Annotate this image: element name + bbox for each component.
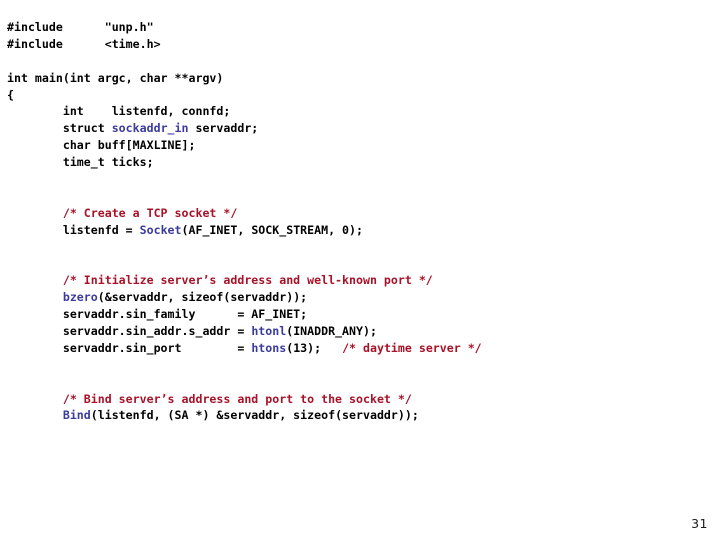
code-token-plain: servaddr.sin_family = AF_INET; <box>7 307 308 322</box>
code-line: Bind(listenfd, (SA *) &servaddr, sizeof(… <box>7 407 707 424</box>
page-number: 31 <box>691 516 708 531</box>
code-line: /* Bind server’s address and port to the… <box>7 391 707 408</box>
code-token-func: Bind <box>62 408 91 423</box>
slide-canvas: #include "unp.h" #include <time.h> int ma… <box>0 0 720 540</box>
code-token-plain: listenfd = <box>7 222 140 237</box>
code-token-plain: servaddr.sin_addr.s_addr = <box>7 324 252 339</box>
code-line: #include <time.h> <box>7 36 707 53</box>
code-line: listenfd = Socket(AF_INET, SOCK_STREAM, … <box>7 222 707 239</box>
code-token-func: bzero <box>62 290 98 305</box>
code-token-plain: int listenfd, connfd; <box>7 104 231 119</box>
code-line: /* Initialize server’s address and well-… <box>7 272 707 289</box>
code-line: servaddr.sin_addr.s_addr = htonl(INADDR_… <box>7 323 707 340</box>
code-token-comment: /* Create a TCP socket */ <box>7 205 238 220</box>
code-token-plain: char buff[MAXLINE]; <box>7 138 196 153</box>
code-line: servaddr.sin_family = AF_INET; <box>7 306 707 323</box>
code-token-plain: #include <time.h> <box>7 36 161 51</box>
code-token-plain: { <box>7 87 14 102</box>
code-token-type: sockaddr_in <box>111 121 189 136</box>
code-token-plain: servaddr; <box>188 121 259 136</box>
code-line: servaddr.sin_port = htons(13); /* daytim… <box>7 340 707 357</box>
code-line: time_t ticks; <box>7 154 707 171</box>
code-listing: #include "unp.h" #include <time.h> int ma… <box>7 19 707 424</box>
code-token-comment: /* Initialize server’s address and well-… <box>7 273 433 288</box>
code-token-plain: struct <box>7 121 112 136</box>
code-token-func: htonl <box>251 324 287 339</box>
code-line: { <box>7 87 707 104</box>
code-token-plain: (13); <box>286 340 343 355</box>
code-line: int listenfd, connfd; <box>7 103 707 120</box>
code-token-plain: (INADDR_ANY); <box>286 324 377 339</box>
code-token-plain: (AF_INET, SOCK_STREAM, 0); <box>181 222 363 237</box>
code-line: #include "unp.h" <box>7 19 707 36</box>
code-token-plain: (listenfd, (SA *) &servaddr, sizeof(serv… <box>90 408 419 423</box>
code-token-plain: time_t ticks; <box>7 155 154 170</box>
code-line: char buff[MAXLINE]; <box>7 137 707 154</box>
code-token-plain: (&servaddr, sizeof(servaddr)); <box>97 290 308 305</box>
code-token-comment: /* Bind server’s address and port to the… <box>7 391 412 406</box>
code-token-plain: servaddr.sin_port = <box>7 340 252 355</box>
code-line: bzero(&servaddr, sizeof(servaddr)); <box>7 289 707 306</box>
code-token-comment: /* daytime server */ <box>342 340 482 355</box>
code-token-func: Socket <box>139 222 182 237</box>
code-line: struct sockaddr_in servaddr; <box>7 120 707 137</box>
code-line: /* Create a TCP socket */ <box>7 205 707 222</box>
code-token-func: htons <box>251 340 287 355</box>
code-token-plain: #include "unp.h" <box>7 20 154 34</box>
code-line: int main(int argc, char **argv) <box>7 70 707 87</box>
code-token-plain: int main(int argc, char **argv) <box>7 70 224 85</box>
